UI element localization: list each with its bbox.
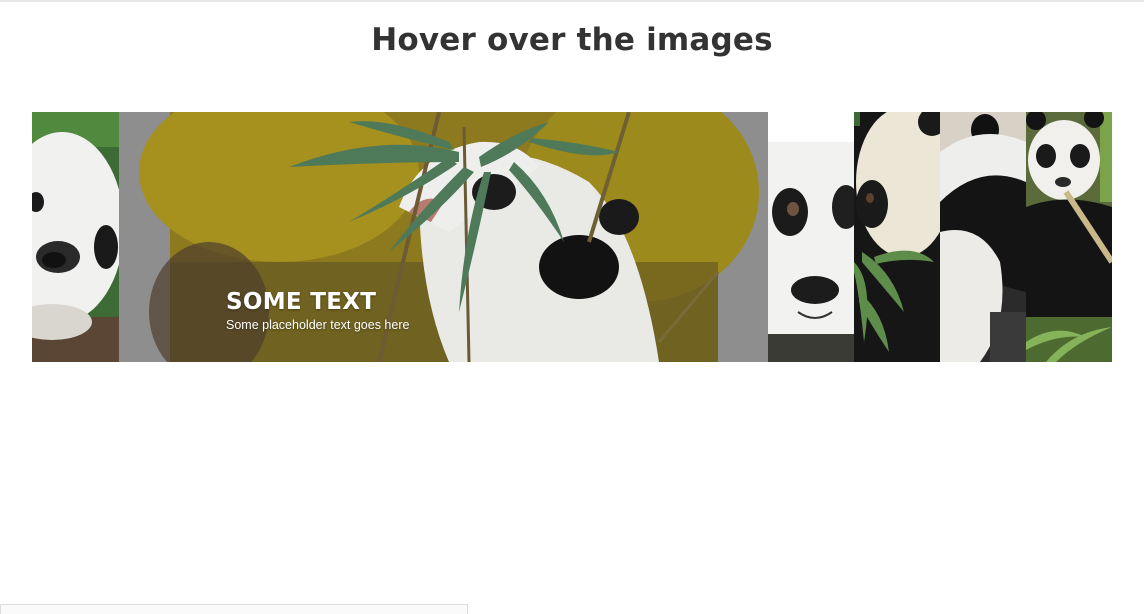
bottom-panel-edge xyxy=(0,604,468,614)
gallery-panel-5[interactable] xyxy=(940,112,1026,362)
top-rule xyxy=(0,0,1144,2)
panda-photo-4 xyxy=(854,112,940,362)
panda-photo-3 xyxy=(768,112,854,362)
gallery-panel-2[interactable]: SOME TEXT Some placeholder text goes her… xyxy=(119,112,768,362)
panel-caption: SOME TEXT Some placeholder text goes her… xyxy=(226,288,409,333)
caption-title: SOME TEXT xyxy=(226,289,377,315)
panda-photo-2 xyxy=(119,112,768,362)
gallery-panel-3[interactable] xyxy=(768,112,854,362)
caption-text: Some placeholder text goes here xyxy=(226,318,410,332)
panda-photo-1 xyxy=(32,112,119,362)
gallery-panel-6[interactable] xyxy=(1026,112,1112,362)
panda-gallery: SOME TEXT Some placeholder text goes her… xyxy=(32,112,1112,362)
gallery-panel-4[interactable] xyxy=(854,112,940,362)
panda-photo-5 xyxy=(940,112,1026,362)
gallery-panel-1[interactable] xyxy=(32,112,119,362)
page-title: Hover over the images xyxy=(371,22,773,58)
panda-photo-6 xyxy=(1026,112,1112,362)
